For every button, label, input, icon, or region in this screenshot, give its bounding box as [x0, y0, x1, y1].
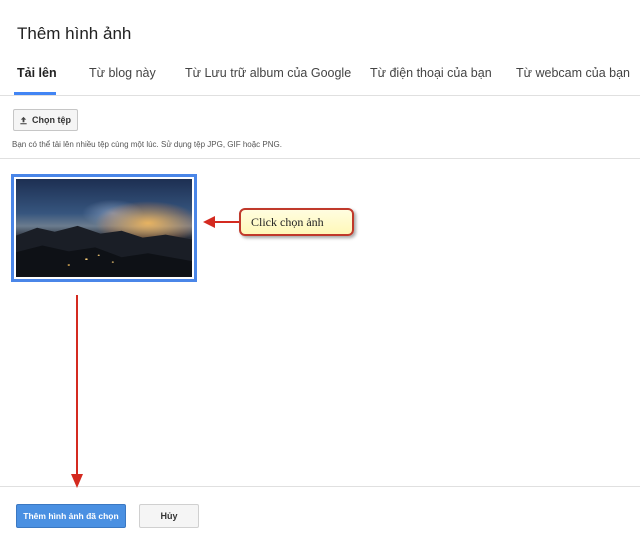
- choose-file-button[interactable]: Chọn tệp: [13, 109, 78, 131]
- arrow-to-thumbnail-icon: [203, 216, 239, 228]
- tab-bar: Tải lên Từ blog này Từ Lưu trữ album của…: [0, 58, 640, 96]
- tab-from-this-blog[interactable]: Từ blog này: [89, 66, 156, 80]
- choose-file-label: Chọn tệp: [32, 115, 71, 125]
- active-tab-indicator: [14, 92, 56, 95]
- tab-from-phone[interactable]: Từ điện thoại của bạn: [370, 66, 492, 80]
- dialog-footer: Thêm hình ảnh đã chọn Hủy: [0, 486, 640, 545]
- upload-icon: [20, 116, 27, 124]
- upload-area: Chọn tệp Bạn có thể tải lên nhiều tệp cù…: [0, 97, 640, 159]
- cancel-button[interactable]: Hủy: [139, 504, 199, 528]
- tab-upload[interactable]: Tải lên: [17, 66, 57, 80]
- tab-from-webcam[interactable]: Từ webcam của bạn: [516, 66, 630, 80]
- night-landscape-image: [16, 179, 192, 277]
- arrow-to-add-button-icon: [71, 295, 83, 488]
- add-image-dialog: Thêm hình ảnh Tải lên Từ blog này Từ Lưu…: [0, 0, 640, 545]
- tab-google-album-archive[interactable]: Từ Lưu trữ album của Google: [185, 66, 351, 80]
- upload-hint: Bạn có thể tải lên nhiều tệp cùng một lú…: [12, 140, 282, 149]
- dialog-title: Thêm hình ảnh: [17, 24, 132, 43]
- add-selected-images-button[interactable]: Thêm hình ảnh đã chọn: [16, 504, 126, 528]
- selected-image-thumbnail[interactable]: [11, 174, 197, 282]
- annotation-callout: Click chọn ảnh: [239, 208, 354, 236]
- mountain-silhouette: [16, 226, 192, 277]
